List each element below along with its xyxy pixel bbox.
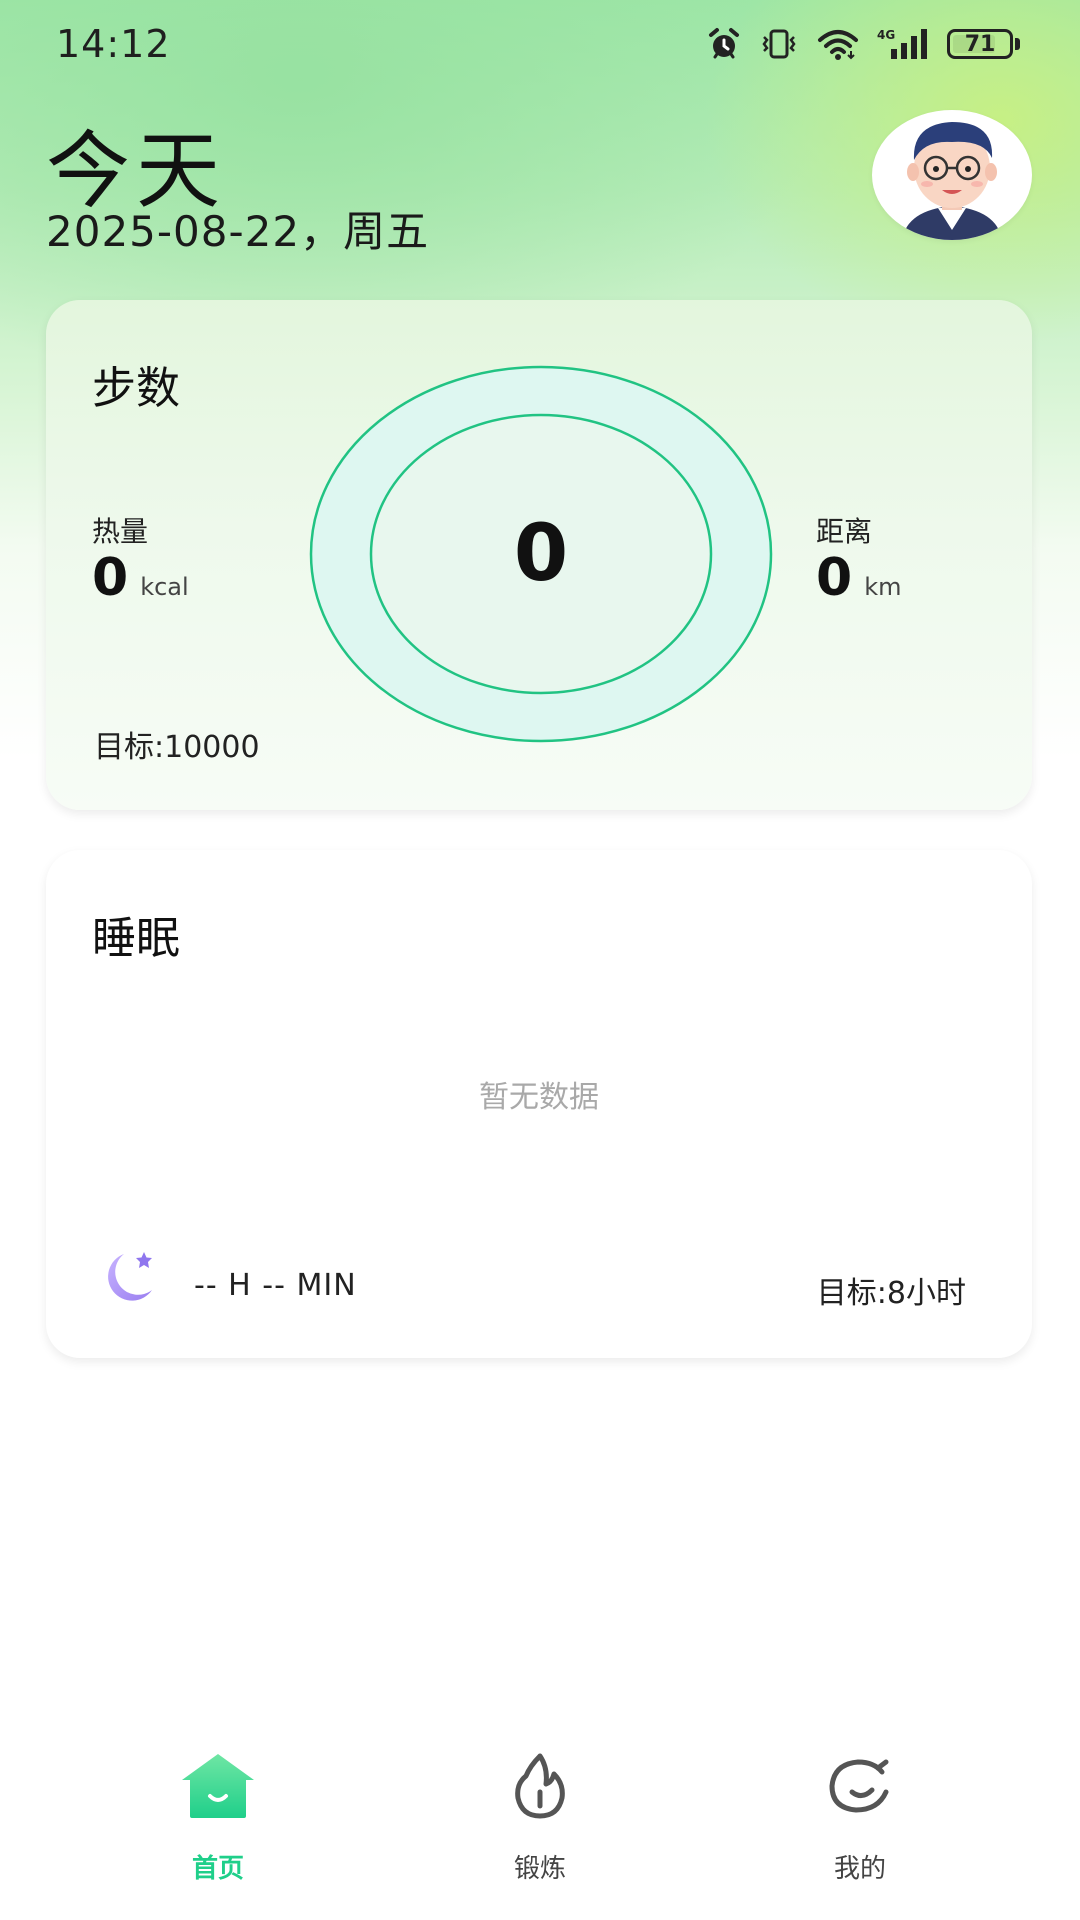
distance-unit: km xyxy=(864,573,902,601)
bottom-nav: 首页 锻炼 我的 xyxy=(0,1720,1080,1920)
calories-unit: kcal xyxy=(140,573,189,601)
distance-stat: 0 km xyxy=(816,548,901,608)
signal-icon: 4G xyxy=(877,28,927,59)
battery-level: 71 xyxy=(964,31,996,57)
sleep-goal: 目标:8小时 xyxy=(816,1276,966,1311)
avatar[interactable] xyxy=(872,110,1032,240)
vibrate-icon xyxy=(762,29,796,59)
distance-value: 0 xyxy=(816,548,853,608)
nav-home-label: 首页 xyxy=(191,1854,244,1884)
status-time: 14:12 xyxy=(56,22,171,66)
nav-workout-label: 锻炼 xyxy=(513,1854,566,1884)
calories-value: 0 xyxy=(92,548,129,608)
sleep-duration: -- H -- MIN xyxy=(194,1268,357,1303)
distance-label: 距离 xyxy=(816,515,873,548)
sleep-title: 睡眠 xyxy=(92,913,180,964)
home-icon xyxy=(182,1754,254,1818)
profile-icon xyxy=(829,1759,889,1813)
sleep-card[interactable]: 睡眠 暂无数据 -- H -- MIN 目标:8小时 xyxy=(46,850,1032,1358)
status-bar: 14:12 4G 71 xyxy=(0,0,1080,88)
nav-workout[interactable]: 锻炼 xyxy=(440,1720,640,1900)
calories-label: 热量 xyxy=(92,515,149,548)
workout-icon xyxy=(515,1753,565,1819)
steps-count: 0 xyxy=(513,509,569,599)
status-icons: 4G 71 xyxy=(707,24,1020,64)
network-type: 4G xyxy=(877,28,895,42)
battery-icon: 71 xyxy=(947,29,1020,59)
nav-home[interactable]: 首页 xyxy=(118,1720,318,1900)
steps-goal: 目标:10000 xyxy=(94,730,260,765)
nav-profile[interactable]: 我的 xyxy=(760,1720,960,1900)
steps-card[interactable]: 步数 热量 0 kcal 0 距离 0 km 目标:10000 xyxy=(46,300,1032,810)
alarm-icon xyxy=(709,28,739,59)
wifi-icon xyxy=(818,30,858,60)
nav-profile-label: 我的 xyxy=(833,1854,886,1884)
current-date: 2025-08-22，周五 xyxy=(46,207,430,256)
steps-title: 步数 xyxy=(92,363,180,414)
sleep-empty-state: 暂无数据 xyxy=(479,1080,599,1115)
moon-icon xyxy=(108,1252,152,1301)
calories-stat: 0 kcal xyxy=(92,548,189,608)
